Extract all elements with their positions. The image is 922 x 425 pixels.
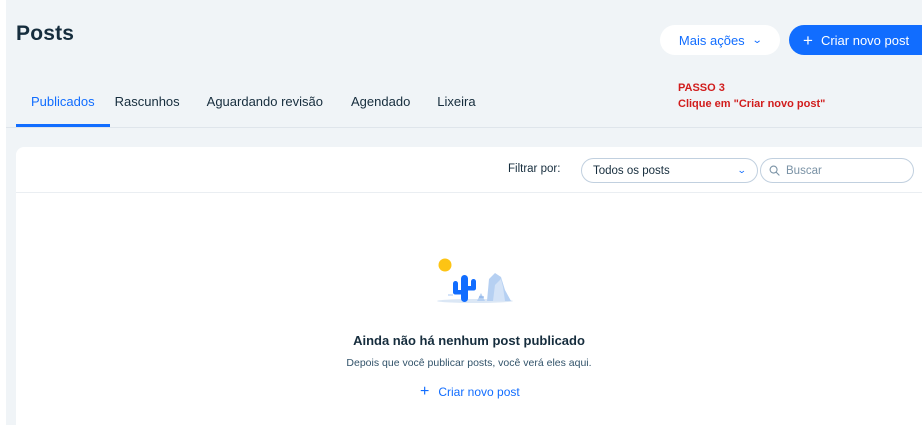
more-actions-label: Mais ações [678, 32, 745, 48]
filter-label: Filtrar por: [508, 163, 561, 175]
plus-icon: + [803, 30, 813, 50]
tab-published[interactable]: Publicados [16, 82, 110, 127]
filter-toolbar: Filtrar por: Todos os posts ⌄ Buscar [16, 147, 922, 193]
tab-scheduled[interactable]: Agendado [351, 82, 410, 127]
empty-state-create-post-link[interactable]: + Criar novo post [420, 384, 520, 400]
tab-drafts[interactable]: Rascunhos [115, 82, 180, 127]
filter-dropdown-value: Todos os posts [593, 164, 670, 177]
tabs-divider [6, 127, 922, 128]
empty-state-create-label: Criar novo post [438, 385, 520, 399]
tutorial-annotation: PASSO 3 Clique em "Criar novo post" [678, 80, 825, 112]
tab-pending-review[interactable]: Aguardando revisão [207, 82, 323, 127]
search-placeholder: Buscar [786, 164, 822, 177]
chevron-down-icon: ⌄ [737, 165, 748, 175]
filter-dropdown[interactable]: Todos os posts ⌄ [581, 158, 758, 183]
search-icon [769, 165, 780, 176]
search-input[interactable]: Buscar [760, 158, 914, 183]
empty-state-title: Ainda não há nenhum post publicado [353, 333, 585, 348]
create-post-label: Criar novo post [820, 32, 910, 48]
empty-state-subtitle: Depois que você publicar posts, você ver… [346, 357, 592, 369]
posts-card: Filtrar por: Todos os posts ⌄ Buscar Ain… [16, 147, 922, 425]
plus-icon: + [420, 383, 430, 400]
desert-cactus-illustration [437, 258, 513, 303]
chevron-down-icon: ⌄ [751, 34, 763, 46]
page-title: Posts [16, 22, 75, 45]
tab-trash[interactable]: Lixeira [437, 82, 475, 127]
post-tabs: Publicados Rascunhos Aguardando revisão … [16, 82, 476, 127]
create-post-button[interactable]: + Criar novo post [789, 25, 922, 55]
more-actions-button[interactable]: Mais ações ⌄ [660, 25, 780, 55]
annotation-instruction: Clique em "Criar novo post" [678, 98, 826, 110]
annotation-step: PASSO 3 [678, 82, 725, 94]
